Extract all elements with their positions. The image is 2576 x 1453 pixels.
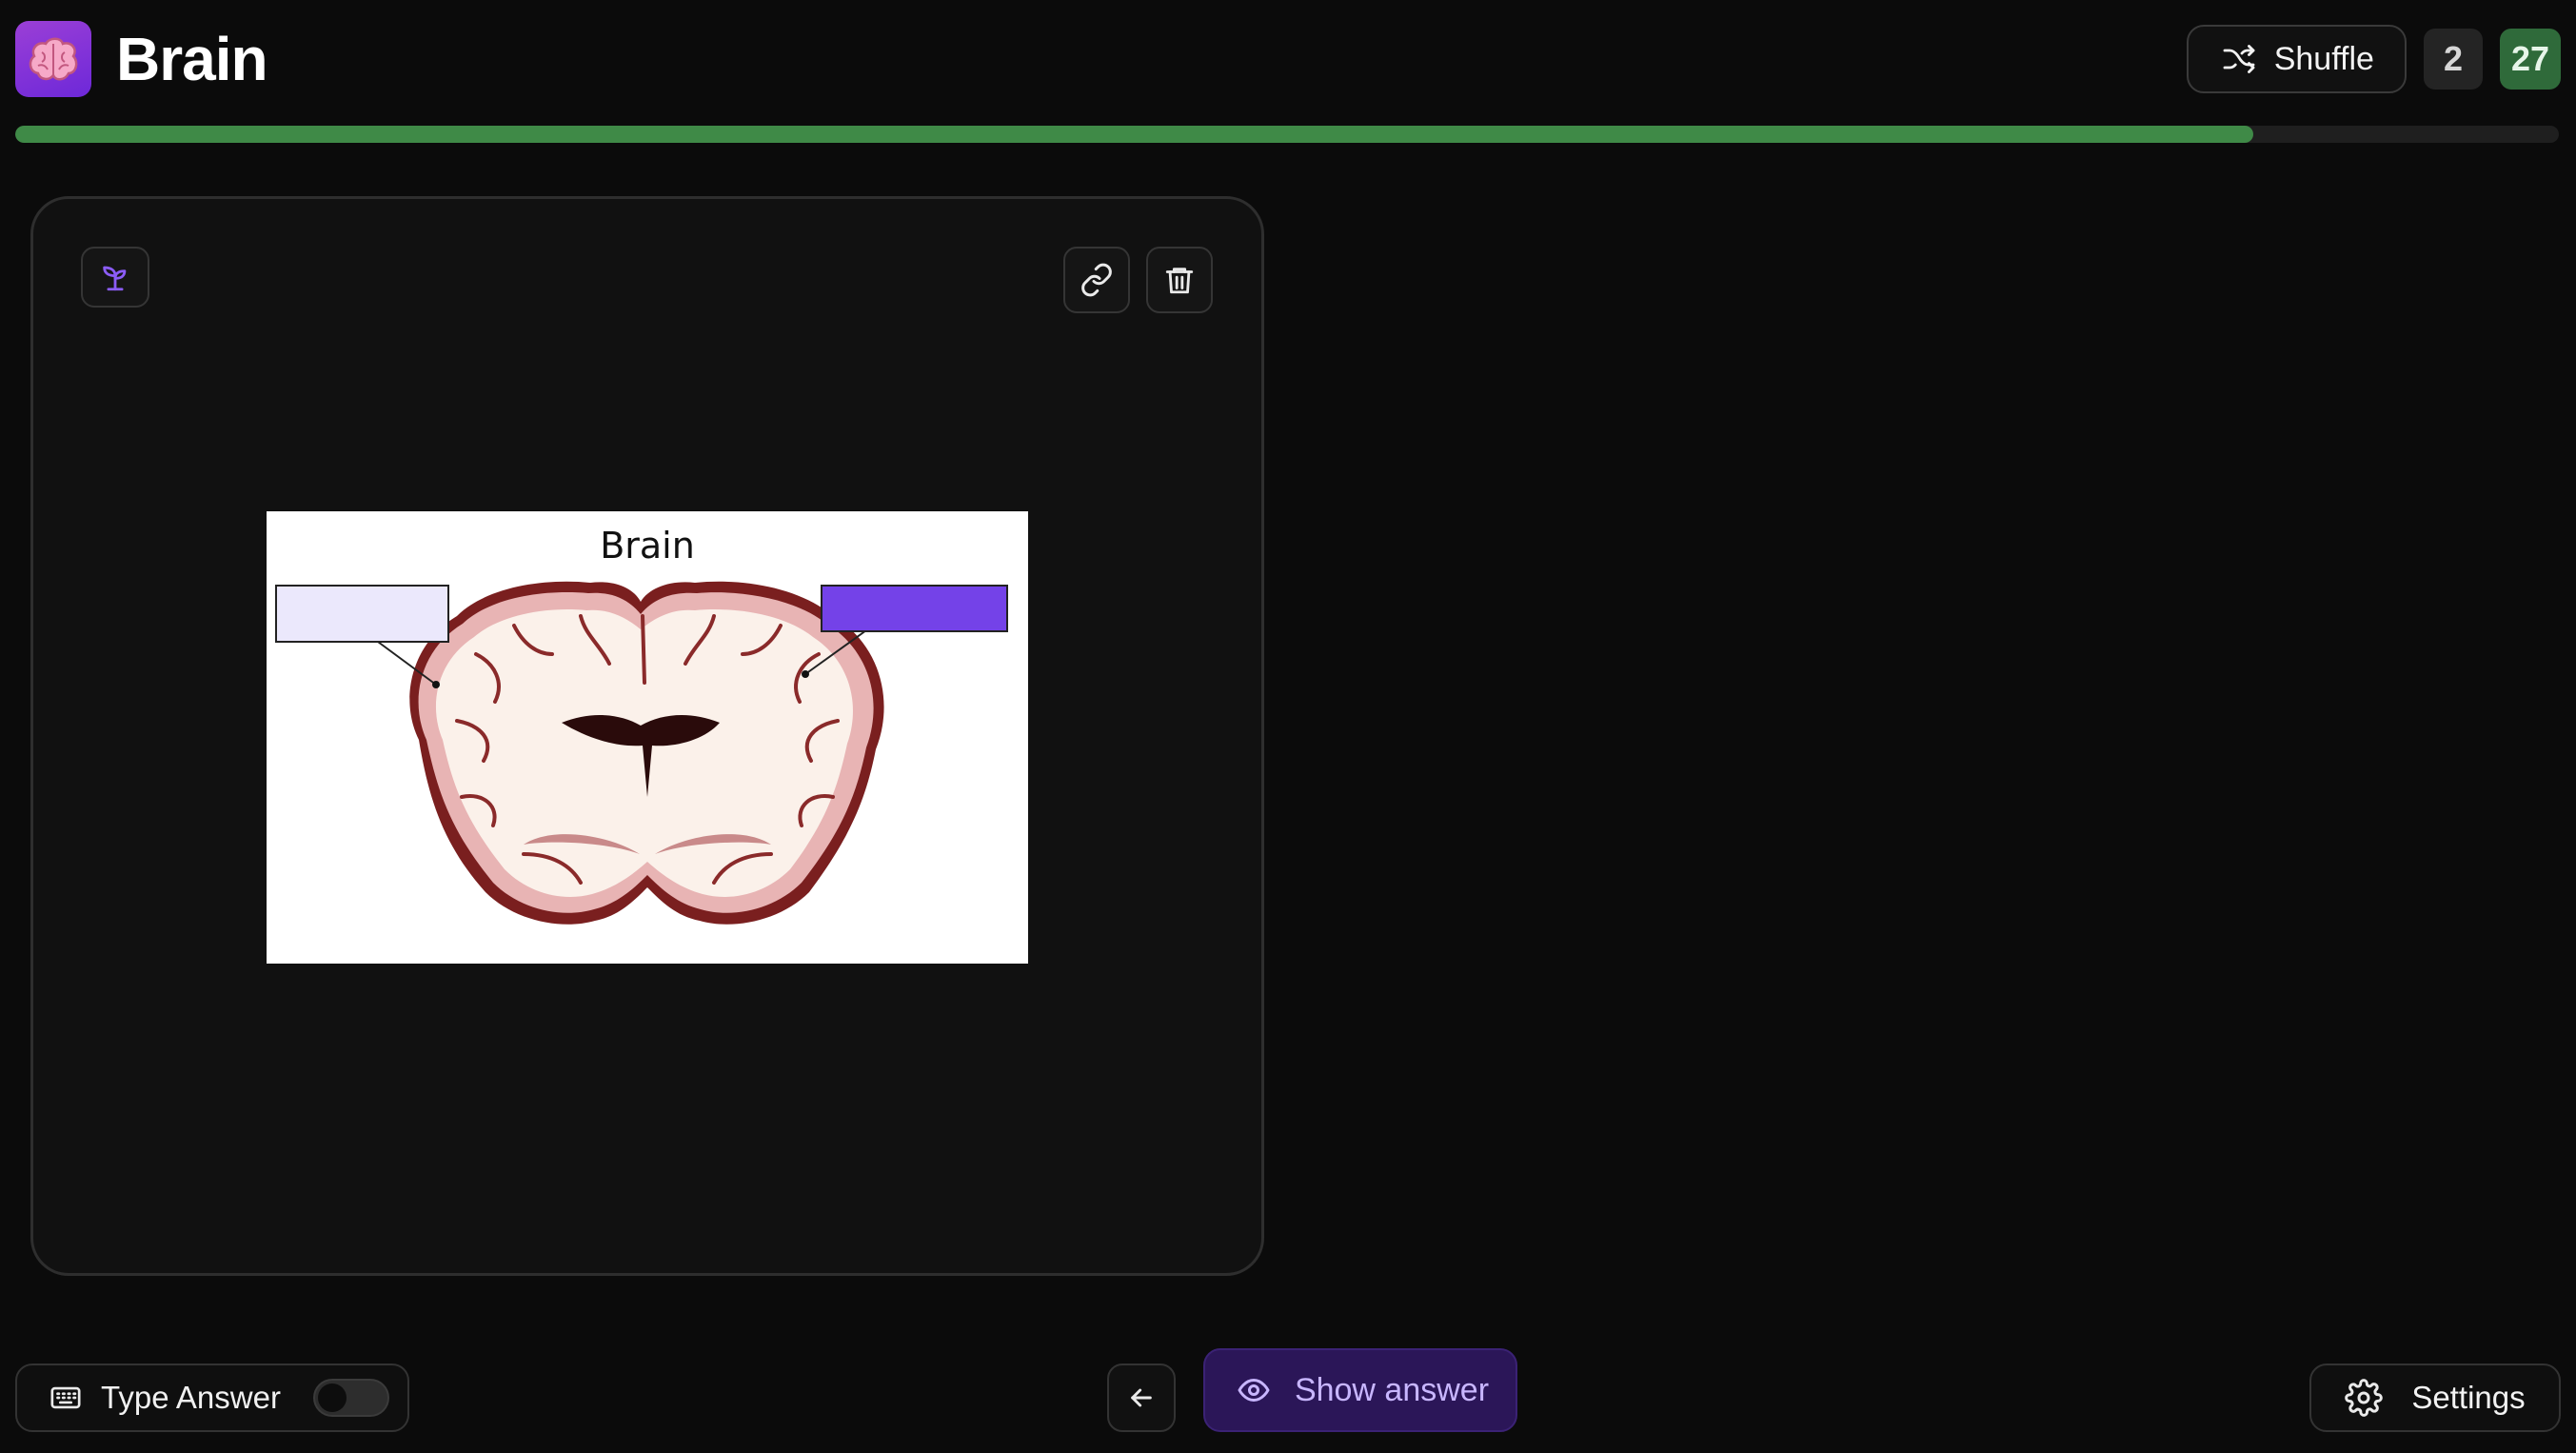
- show-answer-label: Show answer: [1294, 1371, 1490, 1408]
- gear-icon: [2345, 1379, 2384, 1417]
- brain-diagram-image: Brain: [267, 511, 1028, 964]
- copy-link-button[interactable]: [1063, 247, 1130, 313]
- brain-emoji-icon: [29, 37, 78, 81]
- settings-button[interactable]: Settings: [2309, 1363, 2561, 1432]
- shuffle-button[interactable]: Shuffle: [2186, 25, 2407, 93]
- back-button[interactable]: [1107, 1363, 1176, 1432]
- app-logo: [15, 21, 91, 97]
- card-status-button[interactable]: [81, 247, 149, 308]
- page-title: Brain: [116, 25, 268, 93]
- settings-label: Settings: [2411, 1380, 2526, 1415]
- type-answer-control[interactable]: Type Answer: [15, 1363, 409, 1432]
- occlusion-label-left[interactable]: [275, 585, 449, 643]
- type-answer-toggle[interactable]: [312, 1379, 389, 1417]
- progress-fill: [15, 126, 2254, 143]
- link-icon: [1081, 263, 1112, 297]
- arrow-left-icon: [1131, 1388, 1152, 1407]
- sprout-icon: [103, 266, 127, 291]
- eye-icon: [1238, 1379, 1270, 1402]
- show-answer-button[interactable]: Show answer: [1203, 1348, 1517, 1432]
- remaining-count-badge: 2: [2423, 29, 2483, 90]
- toggle-knob: [317, 1383, 347, 1412]
- keyboard-icon: [50, 1386, 81, 1409]
- occlusion-label-right[interactable]: [821, 585, 1008, 632]
- bottom-bar: Type Answer Show answer Settings: [15, 1348, 2561, 1434]
- trash-icon: [1165, 268, 1194, 294]
- header: Brain Shuffle 2 27: [15, 19, 2561, 99]
- done-count-badge: 27: [2499, 29, 2561, 90]
- brain-illustration: [377, 581, 884, 925]
- shuffle-icon: [2223, 45, 2255, 73]
- flashcard: Brain: [30, 196, 1264, 1276]
- type-answer-label: Type Answer: [101, 1380, 281, 1415]
- delete-card-button[interactable]: [1146, 247, 1213, 313]
- shuffle-label: Shuffle: [2273, 40, 2374, 77]
- progress-bar: [15, 126, 2559, 143]
